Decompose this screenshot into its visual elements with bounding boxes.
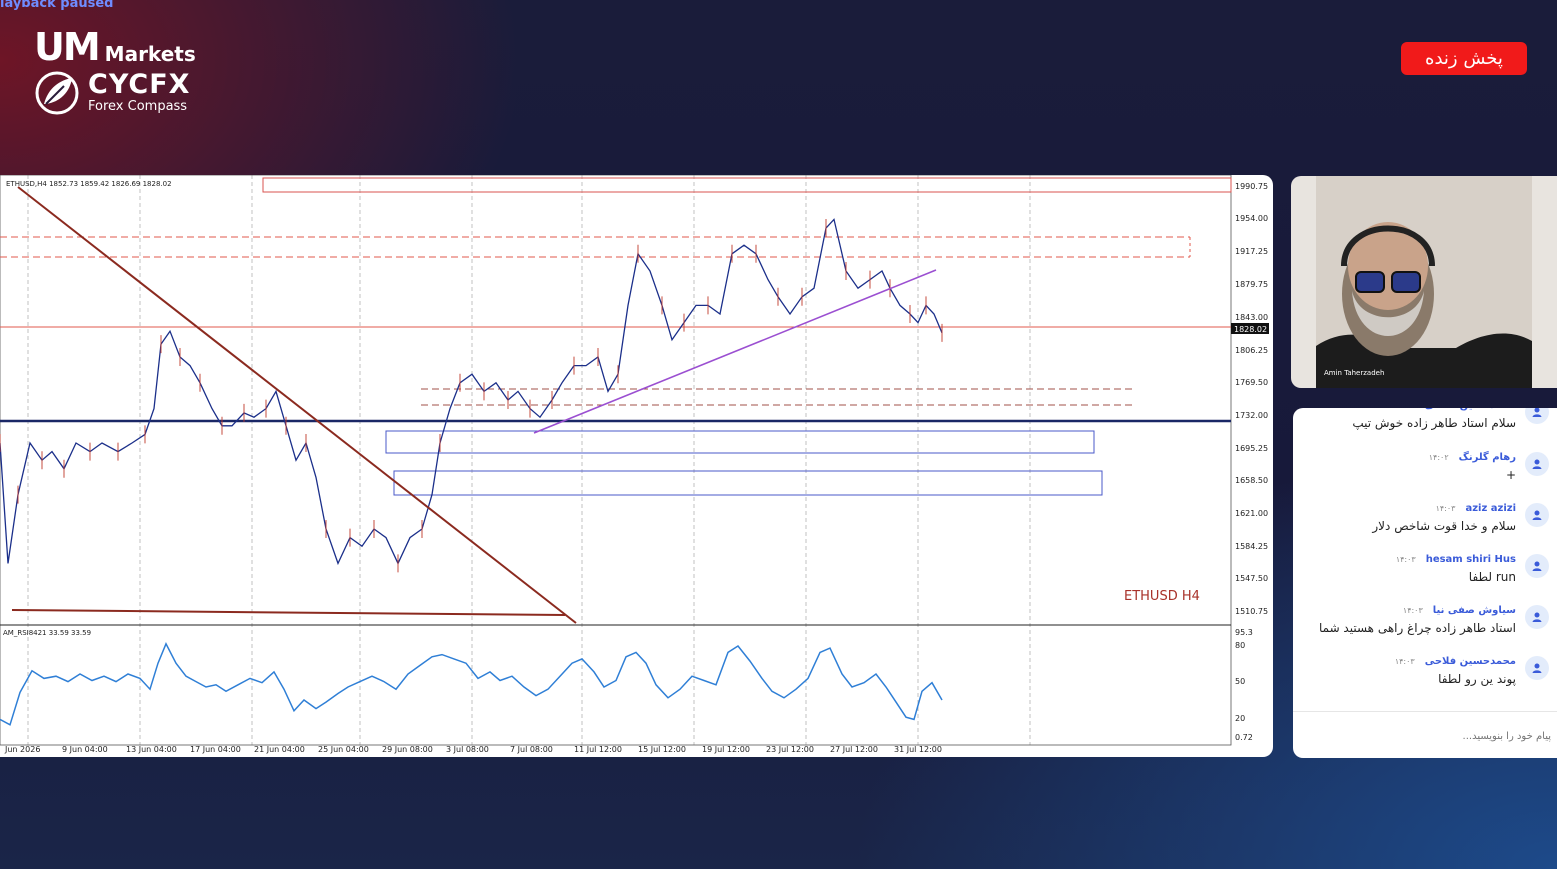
time-axis: Jun 2026 9 Jun 04:00 13 Jun 04:00 17 Jun 04… xyxy=(4,745,942,754)
price-tick-label: 1769.50 xyxy=(1235,378,1268,387)
time-tick-label: 21 Jun 04:00 xyxy=(254,745,305,754)
chat-username: محمدحسین فلاحی xyxy=(1424,656,1516,667)
chat-message: سیاوش صفی نیا ۱۴:۰۳ استاد طاهر زاده چراغ ر… xyxy=(1293,605,1557,655)
price-tick-label: 1732.00 xyxy=(1235,411,1268,420)
price-tick-label: 1806.25 xyxy=(1235,346,1268,355)
ascending-trendline xyxy=(533,269,937,434)
chat-message: محمدحسین فلاحی ۱۴:۰۳ پوند ین رو لطفا xyxy=(1293,656,1557,706)
rsi-tick-label: 20 xyxy=(1235,714,1245,723)
time-tick-label: 7 Jul 08:00 xyxy=(510,745,553,754)
chart-panel: 1990.75 1954.00 1917.25 1879.75 1843.00 1806.… xyxy=(0,175,1273,757)
video-frame xyxy=(1316,176,1532,388)
price-chart: 1990.75 1954.00 1917.25 1879.75 1843.00 1806.… xyxy=(0,175,1269,754)
chat-text: + xyxy=(1505,468,1516,482)
price-axis: 1990.75 1954.00 1917.25 1879.75 1843.00 1806.… xyxy=(1235,182,1268,742)
time-tick-label: 3 Jul 08:00 xyxy=(446,745,489,754)
time-tick-label: 17 Jun 04:00 xyxy=(190,745,241,754)
chat-username: رهام گلرنگ xyxy=(1458,452,1516,463)
price-tick-label: 1510.75 xyxy=(1235,607,1268,616)
price-tick-label: 1695.25 xyxy=(1235,444,1268,453)
user-icon xyxy=(1525,452,1549,476)
user-icon xyxy=(1525,503,1549,527)
chat-message: aziz azizi ۱۴:۰۳ سلام و خدا قوت شاخص دلار xyxy=(1293,503,1557,553)
user-icon xyxy=(1525,408,1549,424)
logo-forex-compass: Forex Compass xyxy=(88,99,188,114)
demand-box-lower xyxy=(393,470,1103,496)
chat-message: hesam shiri Hus ۱۴:۰۳ run لطفا xyxy=(1293,554,1557,604)
chart-grid xyxy=(0,175,1232,746)
chat-username: محمدحسین فلاحی xyxy=(1425,408,1516,411)
chat-message: رهام گلرنگ ۱۴:۰۲ + xyxy=(1293,452,1557,502)
chat-time: ۱۴:۰۲ xyxy=(1428,453,1449,462)
leaf-icon xyxy=(35,71,79,115)
time-tick-label: 27 Jul 12:00 xyxy=(830,745,878,754)
chat-text: سلام و خدا قوت شاخص دلار xyxy=(1372,519,1516,533)
price-series-line xyxy=(0,218,943,566)
user-icon xyxy=(1525,605,1549,629)
playback-status: layback paused xyxy=(0,0,114,11)
price-tick-label: 1954.00 xyxy=(1235,214,1268,223)
time-tick-label: 19 Jul 12:00 xyxy=(702,745,750,754)
chart-header: ETHUSD,H4 1852.73 1859.42 1826.69 1828.0… xyxy=(6,180,172,188)
time-tick-label: 9 Jun 04:00 xyxy=(62,745,108,754)
rsi-tick-label: 95.3 xyxy=(1235,628,1253,637)
time-tick-label: 11 Jul 12:00 xyxy=(574,745,622,754)
chat-input-area xyxy=(1293,711,1557,758)
chat-username: سیاوش صفی نیا xyxy=(1432,605,1516,616)
price-tick-label: 1879.75 xyxy=(1235,280,1268,289)
chat-time: ۱۴:۰۱ xyxy=(1395,408,1415,410)
price-tick-label: 1547.50 xyxy=(1235,574,1268,583)
chat-text: استاد طاهر زاده چراغ راهی هستید شما xyxy=(1318,621,1516,635)
chat-username: hesam shiri Hus xyxy=(1425,554,1516,565)
user-icon xyxy=(1525,554,1549,578)
rsi-tick-label: 0.72 xyxy=(1235,733,1253,742)
logo-um: UM xyxy=(34,25,101,69)
chat-time: ۱۴:۰۳ xyxy=(1435,504,1456,513)
chat-panel: محمدحسین فلاحی ۱۴:۰۱ سلام استاد طاهر زاده … xyxy=(1293,408,1557,758)
time-tick-label: 13 Jun 04:00 xyxy=(126,745,177,754)
demand-box-upper xyxy=(385,430,1095,454)
chat-time: ۱۴:۰۳ xyxy=(1402,606,1423,615)
chat-message-input[interactable] xyxy=(1303,724,1553,748)
symbol-label: ETHUSD H4 xyxy=(1124,589,1200,604)
time-tick-label: 31 Jul 12:00 xyxy=(894,745,942,754)
logo-markets: Markets xyxy=(104,42,196,66)
plot-frame xyxy=(0,175,1232,746)
price-tick-label: 1584.25 xyxy=(1235,542,1268,551)
chat-text: سلام استاد طاهر زاده خوش تیپ xyxy=(1352,416,1516,430)
time-tick-label: Jun 2026 xyxy=(4,745,40,754)
chat-text: پوند ین رو لطفا xyxy=(1438,672,1516,686)
rsi-series-line xyxy=(0,642,943,726)
price-tick-label: 1621.00 xyxy=(1235,509,1268,518)
chat-time: ۱۴:۰۳ xyxy=(1395,555,1416,564)
presenter-figure xyxy=(1316,176,1532,388)
rsi-tick-label: 50 xyxy=(1235,677,1245,686)
chat-time: ۱۴:۰۳ xyxy=(1394,657,1415,666)
time-tick-label: 29 Jun 08:00 xyxy=(382,745,433,754)
chart-zones xyxy=(0,177,1232,496)
price-series-wicks xyxy=(0,219,943,573)
presenter-video[interactable]: Amin Taherzadeh xyxy=(1291,176,1557,388)
time-tick-label: 25 Jun 04:00 xyxy=(318,745,369,754)
time-tick-label: 23 Jul 12:00 xyxy=(766,745,814,754)
price-tick-label: 1917.25 xyxy=(1235,247,1268,256)
user-icon xyxy=(1525,656,1549,680)
rsi-header: AM_RSI8421 33.59 33.59 xyxy=(3,629,91,637)
rsi-tick-label: 80 xyxy=(1235,641,1245,650)
base-trendline xyxy=(11,609,566,616)
logo-cycfx: CYCFX xyxy=(88,69,191,100)
chat-username: aziz azizi xyxy=(1465,503,1516,514)
current-price-label: 1828.02 xyxy=(1234,325,1267,334)
brand-logo: UM Markets CYCFX Forex Compass xyxy=(34,28,196,116)
chat-text: run لطفا xyxy=(1468,570,1516,584)
price-tick-label: 1658.50 xyxy=(1235,476,1268,485)
resistance-box-top xyxy=(262,177,1232,193)
live-badge: پخش زنده xyxy=(1401,42,1527,75)
time-tick-label: 15 Jul 12:00 xyxy=(638,745,686,754)
price-tick-label: 1990.75 xyxy=(1235,182,1268,191)
price-tick-label: 1843.00 xyxy=(1235,313,1268,322)
chat-message: محمدحسین فلاحی ۱۴:۰۱ سلام استاد طاهر زاده … xyxy=(1293,408,1557,450)
presenter-name: Amin Taherzadeh xyxy=(1324,369,1385,377)
